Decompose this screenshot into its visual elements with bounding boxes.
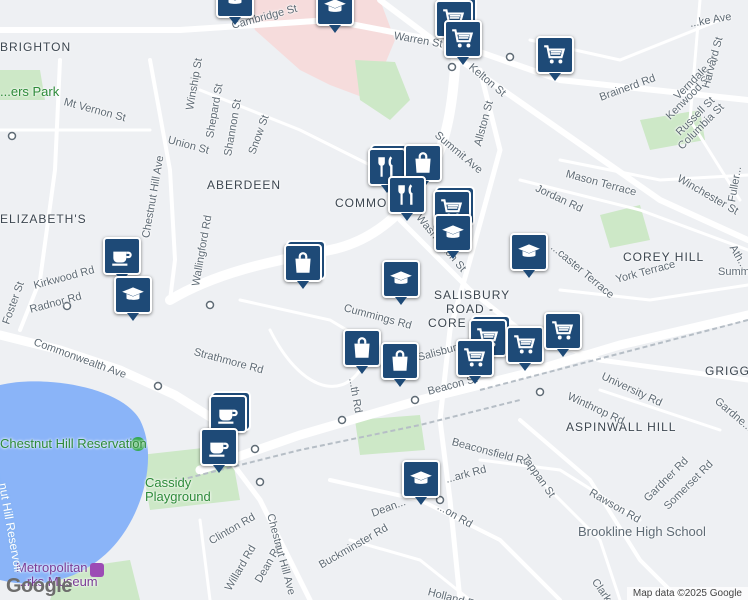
cafe-marker-icon[interactable]	[200, 428, 238, 473]
park-label: Cassidy Playground	[145, 475, 211, 504]
school-marker-icon[interactable]	[316, 0, 354, 33]
neighborhood-label: CORE	[428, 316, 467, 330]
park-area	[355, 415, 425, 455]
shopping-marker-icon[interactable]	[343, 329, 381, 374]
grocery-marker-icon[interactable]	[506, 326, 544, 371]
school-marker-icon[interactable]	[402, 460, 440, 505]
park-label: Chestnut Hill Reservation	[0, 436, 147, 451]
neighborhood-label: BRIGHTON	[0, 40, 72, 54]
street-label: Summ...	[718, 266, 748, 278]
park-area	[355, 60, 410, 120]
neighborhood-label: GRIGGS	[705, 364, 748, 378]
school-marker-icon[interactable]	[216, 0, 254, 25]
neighborhood-label: SALISBURY	[434, 288, 511, 302]
restaurant-marker-icon[interactable]	[388, 176, 426, 221]
grocery-marker-icon[interactable]	[544, 312, 582, 357]
neighborhood-label: ELIZABETH'S	[0, 212, 87, 226]
shopping-marker-icon[interactable]	[284, 244, 322, 289]
school-marker-icon[interactable]	[510, 233, 548, 278]
neighborhood-label: ABERDEEN	[207, 178, 282, 192]
school-marker-icon[interactable]	[382, 260, 420, 305]
map-canvas[interactable]: ABERDEEN COMMON ELIZABETH'S COREY HILL S…	[0, 0, 748, 600]
grocery-marker-icon[interactable]	[444, 20, 482, 65]
grocery-marker-icon[interactable]	[456, 339, 494, 384]
museum-label: Metropolitan	[16, 560, 88, 575]
grocery-marker-icon[interactable]	[536, 36, 574, 81]
school-marker-icon[interactable]	[434, 214, 472, 259]
neighborhood-label: ROAD -	[446, 302, 494, 316]
map-attribution[interactable]: Map data ©2025 Google	[626, 587, 748, 600]
school-marker-icon[interactable]	[114, 276, 152, 321]
shopping-marker-icon[interactable]	[381, 342, 419, 387]
school-label: Brookline High School	[578, 524, 706, 539]
google-logo: Google	[6, 575, 72, 597]
park-label: ...ers Park	[0, 84, 60, 99]
cafe-marker-icon[interactable]	[103, 237, 141, 282]
